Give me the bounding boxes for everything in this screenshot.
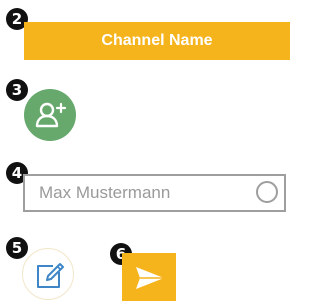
edit-icon <box>37 263 64 288</box>
select-radio[interactable] <box>256 181 278 203</box>
channel-name-bar[interactable]: Channel Name <box>24 22 290 60</box>
name-field[interactable] <box>23 174 286 212</box>
send-button[interactable] <box>122 253 176 301</box>
edit-button[interactable] <box>22 248 74 300</box>
name-input[interactable] <box>39 183 239 203</box>
add-user-button[interactable] <box>24 89 76 141</box>
add-user-icon <box>35 102 67 128</box>
send-icon <box>136 267 164 289</box>
channel-name-label: Channel Name <box>101 32 213 49</box>
